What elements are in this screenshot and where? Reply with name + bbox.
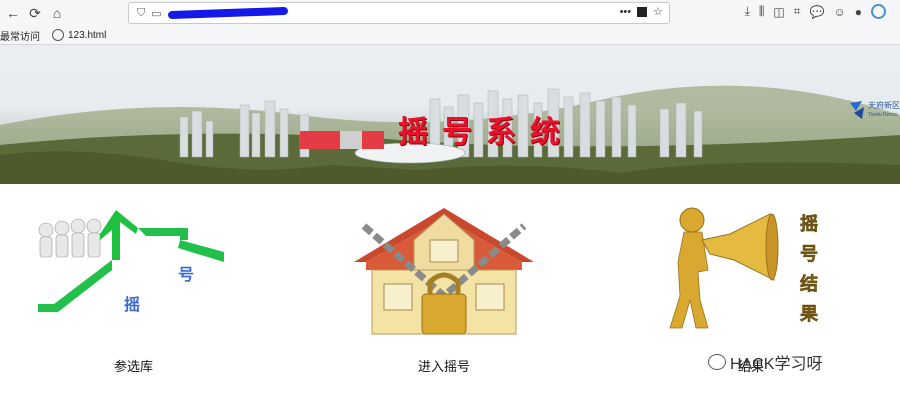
bookmark-star-icon[interactable]: ☆ <box>653 5 663 18</box>
candidate-pool-link[interactable]: 参选库 <box>114 356 153 375</box>
megaphone-man-icon: 摇 号 结 果 <box>669 207 819 329</box>
page-title: 摇号系统 <box>398 115 574 150</box>
download-icon[interactable]: ⤓ <box>745 4 750 19</box>
header-banner: 摇号系统 天府新区 Tianfu Renzu <box>0 45 900 184</box>
redacted-title-block <box>340 131 362 149</box>
enter-lottery-card[interactable] <box>344 200 544 340</box>
face-icon[interactable]: ☺ <box>833 5 845 19</box>
sidebar-icon[interactable]: ◫ <box>773 5 784 19</box>
reader-icon[interactable] <box>637 6 648 17</box>
reload-icon[interactable]: ⟳ <box>24 2 46 24</box>
library-icon[interactable]: ⫼ <box>759 4 765 19</box>
redacted-title-block <box>362 131 384 149</box>
page-icon: ▭ <box>151 7 162 20</box>
card-overlay-char: 果 <box>799 304 819 324</box>
account-icon[interactable]: ● <box>855 5 862 19</box>
browser-toolbar: ← ⟳ ⌂ ⛉ ▭ ••• ☆ ⤓ ⫼ ◫ ⌗ 💬 ☺ ● <box>0 0 900 26</box>
redacted-url <box>167 6 288 20</box>
globe-icon <box>52 29 64 41</box>
house-people-icon: 摇 号 <box>38 210 224 314</box>
card-overlay-char: 摇 <box>124 295 140 314</box>
brand-name-en: Tianfu Renzu <box>868 112 898 118</box>
card-overlay-char: 结 <box>800 273 818 294</box>
candidate-pool-card[interactable]: 摇 号 <box>28 200 228 340</box>
redacted-title-block <box>300 131 340 149</box>
page-actions-menu[interactable]: ••• <box>620 6 632 18</box>
lottery-result-card[interactable]: 摇 号 结 果 <box>650 200 840 340</box>
firefox-account-icon[interactable] <box>871 4 886 19</box>
enter-lottery-link[interactable]: 进入摇号 <box>418 356 470 375</box>
home-icon[interactable]: ⌂ <box>46 2 68 24</box>
card-overlay-char: 号 <box>178 266 194 284</box>
card-overlay-char: 摇 <box>800 213 818 234</box>
locked-house-icon <box>354 208 534 335</box>
bookmark-label: 最常访问 <box>0 31 40 43</box>
bookmark-123-html[interactable]: 123.html <box>52 29 106 41</box>
screenshot-icon[interactable]: ⌗ <box>794 4 801 19</box>
url-bar[interactable]: ⛉ ▭ ••• ☆ <box>128 2 670 24</box>
chat-icon[interactable]: 💬 <box>810 5 825 19</box>
wechat-icon <box>708 354 726 370</box>
shield-icon[interactable]: ⛉ <box>137 7 145 20</box>
watermark-text: HACK学习呀 <box>730 356 823 373</box>
bookmark-most-visited[interactable]: 最常访问 <box>0 28 40 43</box>
watermark: HACK学习呀 <box>708 350 822 374</box>
bookmarks-bar: 最常访问 123.html <box>0 26 900 45</box>
card-overlay-char: 号 <box>800 244 818 264</box>
brand-name: 天府新区 <box>868 101 900 110</box>
bookmark-label: 123.html <box>68 29 107 41</box>
back-arrow-icon[interactable]: ← <box>2 2 24 24</box>
